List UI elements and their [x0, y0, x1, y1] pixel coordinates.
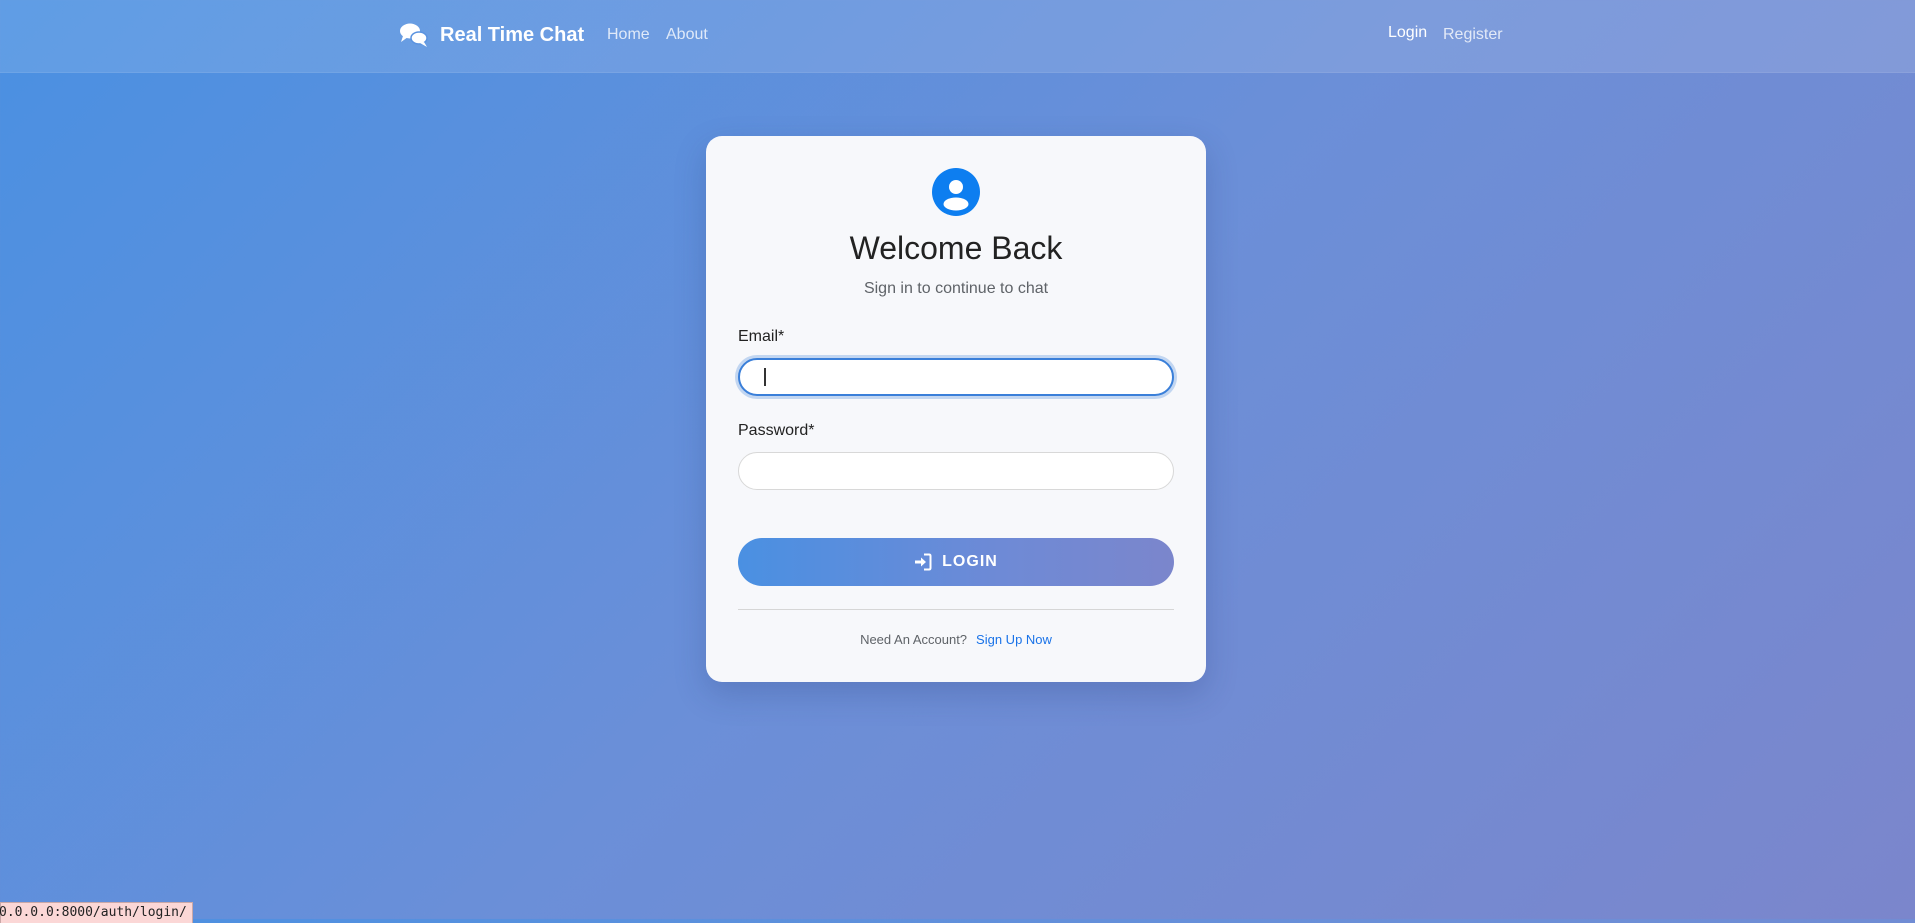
chat-bubbles-icon [400, 23, 428, 47]
page-subtitle: Sign in to continue to chat [863, 280, 1049, 297]
user-circle-icon [932, 168, 980, 216]
divider [738, 609, 1174, 610]
nav-home[interactable]: Home [607, 26, 650, 44]
nav-about[interactable]: About [666, 26, 708, 44]
brand-name: Real Time Chat [440, 23, 585, 46]
email-field[interactable] [738, 358, 1174, 396]
page-title: Welcome Back [849, 230, 1063, 266]
navbar: Real Time Chat Home About Login Register [0, 0, 1915, 73]
signup-text: Need An Account? [860, 632, 968, 647]
brand[interactable]: Real Time Chat [400, 22, 584, 48]
email-label: Email* [738, 328, 785, 345]
login-button-label: LOGIN [942, 553, 998, 570]
signup-link[interactable]: Sign Up Now [976, 632, 1052, 647]
password-field[interactable] [738, 452, 1174, 490]
signup-prompt: Need An Account? Sign Up Now [706, 632, 1206, 647]
nav-login[interactable]: Login [1388, 24, 1427, 42]
status-url: 0.0.0.0:8000/auth/login/ [0, 902, 193, 923]
login-button[interactable]: LOGIN [738, 538, 1174, 586]
text-caret [764, 368, 766, 386]
password-label: Password* [738, 422, 815, 439]
nav-register[interactable]: Register [1443, 26, 1503, 44]
login-card: Welcome Back Sign in to continue to chat… [706, 136, 1206, 682]
sign-in-icon [915, 553, 932, 571]
